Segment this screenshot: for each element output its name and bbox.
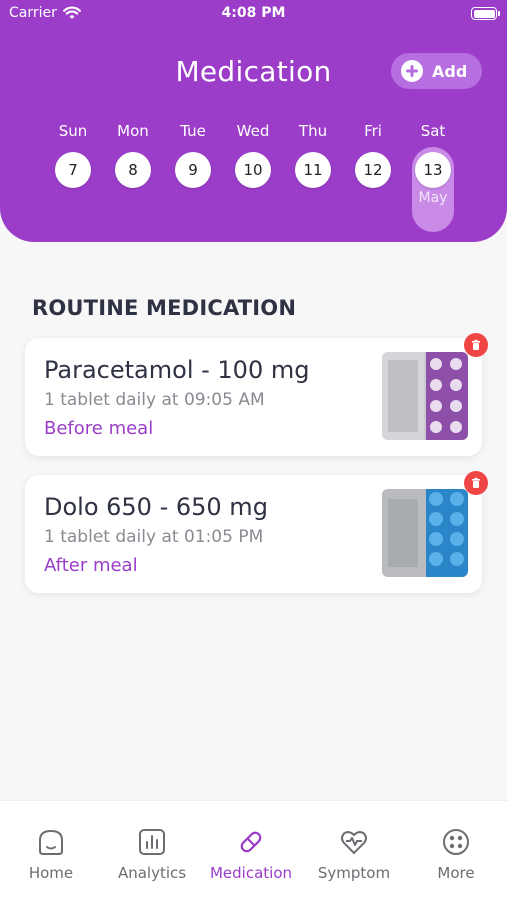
status-time: 4:08 PM	[221, 5, 286, 21]
day-wed[interactable]: Wed 10	[223, 122, 283, 188]
header: Carrier 4:08 PM Medication Add Sun 7 Mon…	[0, 0, 507, 242]
tab-home[interactable]: Home	[1, 825, 101, 882]
battery-icon	[471, 7, 500, 20]
tab-analytics[interactable]: Analytics	[102, 825, 202, 882]
medication-card[interactable]: Paracetamol - 100 mg 1 tablet daily at 0…	[25, 338, 482, 456]
delete-medication-button[interactable]	[464, 471, 488, 495]
trash-icon	[472, 339, 480, 350]
medication-name: Dolo 650 - 650 mg	[44, 493, 268, 521]
medication-timing: After meal	[44, 555, 138, 576]
day-tue[interactable]: Tue 9	[163, 122, 223, 188]
trash-icon	[472, 477, 480, 488]
medication-timing: Before meal	[44, 418, 154, 439]
day-sat-selected[interactable]: Sat 13 May	[403, 122, 463, 232]
day-sun[interactable]: Sun 7	[43, 122, 103, 188]
home-icon	[39, 829, 63, 855]
day-thu[interactable]: Thu 11	[283, 122, 343, 188]
pill-icon	[240, 831, 262, 853]
medication-schedule: 1 tablet daily at 01:05 PM	[44, 527, 264, 547]
add-button-label: Add	[432, 61, 468, 81]
section-title: ROUTINE MEDICATION	[32, 296, 297, 320]
blue-pill-strip-image	[382, 489, 468, 577]
tab-symptom[interactable]: Symptom	[304, 825, 404, 882]
bottom-tab-bar: Home Analytics Medication Symptom More	[0, 800, 507, 900]
heartbeat-icon	[341, 831, 367, 855]
add-medication-button[interactable]: Add	[391, 53, 482, 89]
analytics-icon	[139, 829, 165, 855]
day-fri[interactable]: Fri 12	[343, 122, 403, 188]
more-grid-icon	[443, 829, 469, 855]
tab-more[interactable]: More	[406, 825, 506, 882]
delete-medication-button[interactable]	[464, 333, 488, 357]
medication-card[interactable]: Dolo 650 - 650 mg 1 tablet daily at 01:0…	[25, 475, 482, 593]
purple-pill-strip-image	[382, 352, 468, 440]
plus-circle-icon	[401, 60, 423, 82]
selected-month-label: May	[418, 190, 448, 206]
day-mon[interactable]: Mon 8	[103, 122, 163, 188]
status-bar: Carrier 4:08 PM	[0, 0, 507, 28]
medication-name: Paracetamol - 100 mg	[44, 356, 310, 384]
medication-schedule: 1 tablet daily at 09:05 AM	[44, 390, 265, 410]
tab-medication[interactable]: Medication	[201, 825, 301, 882]
